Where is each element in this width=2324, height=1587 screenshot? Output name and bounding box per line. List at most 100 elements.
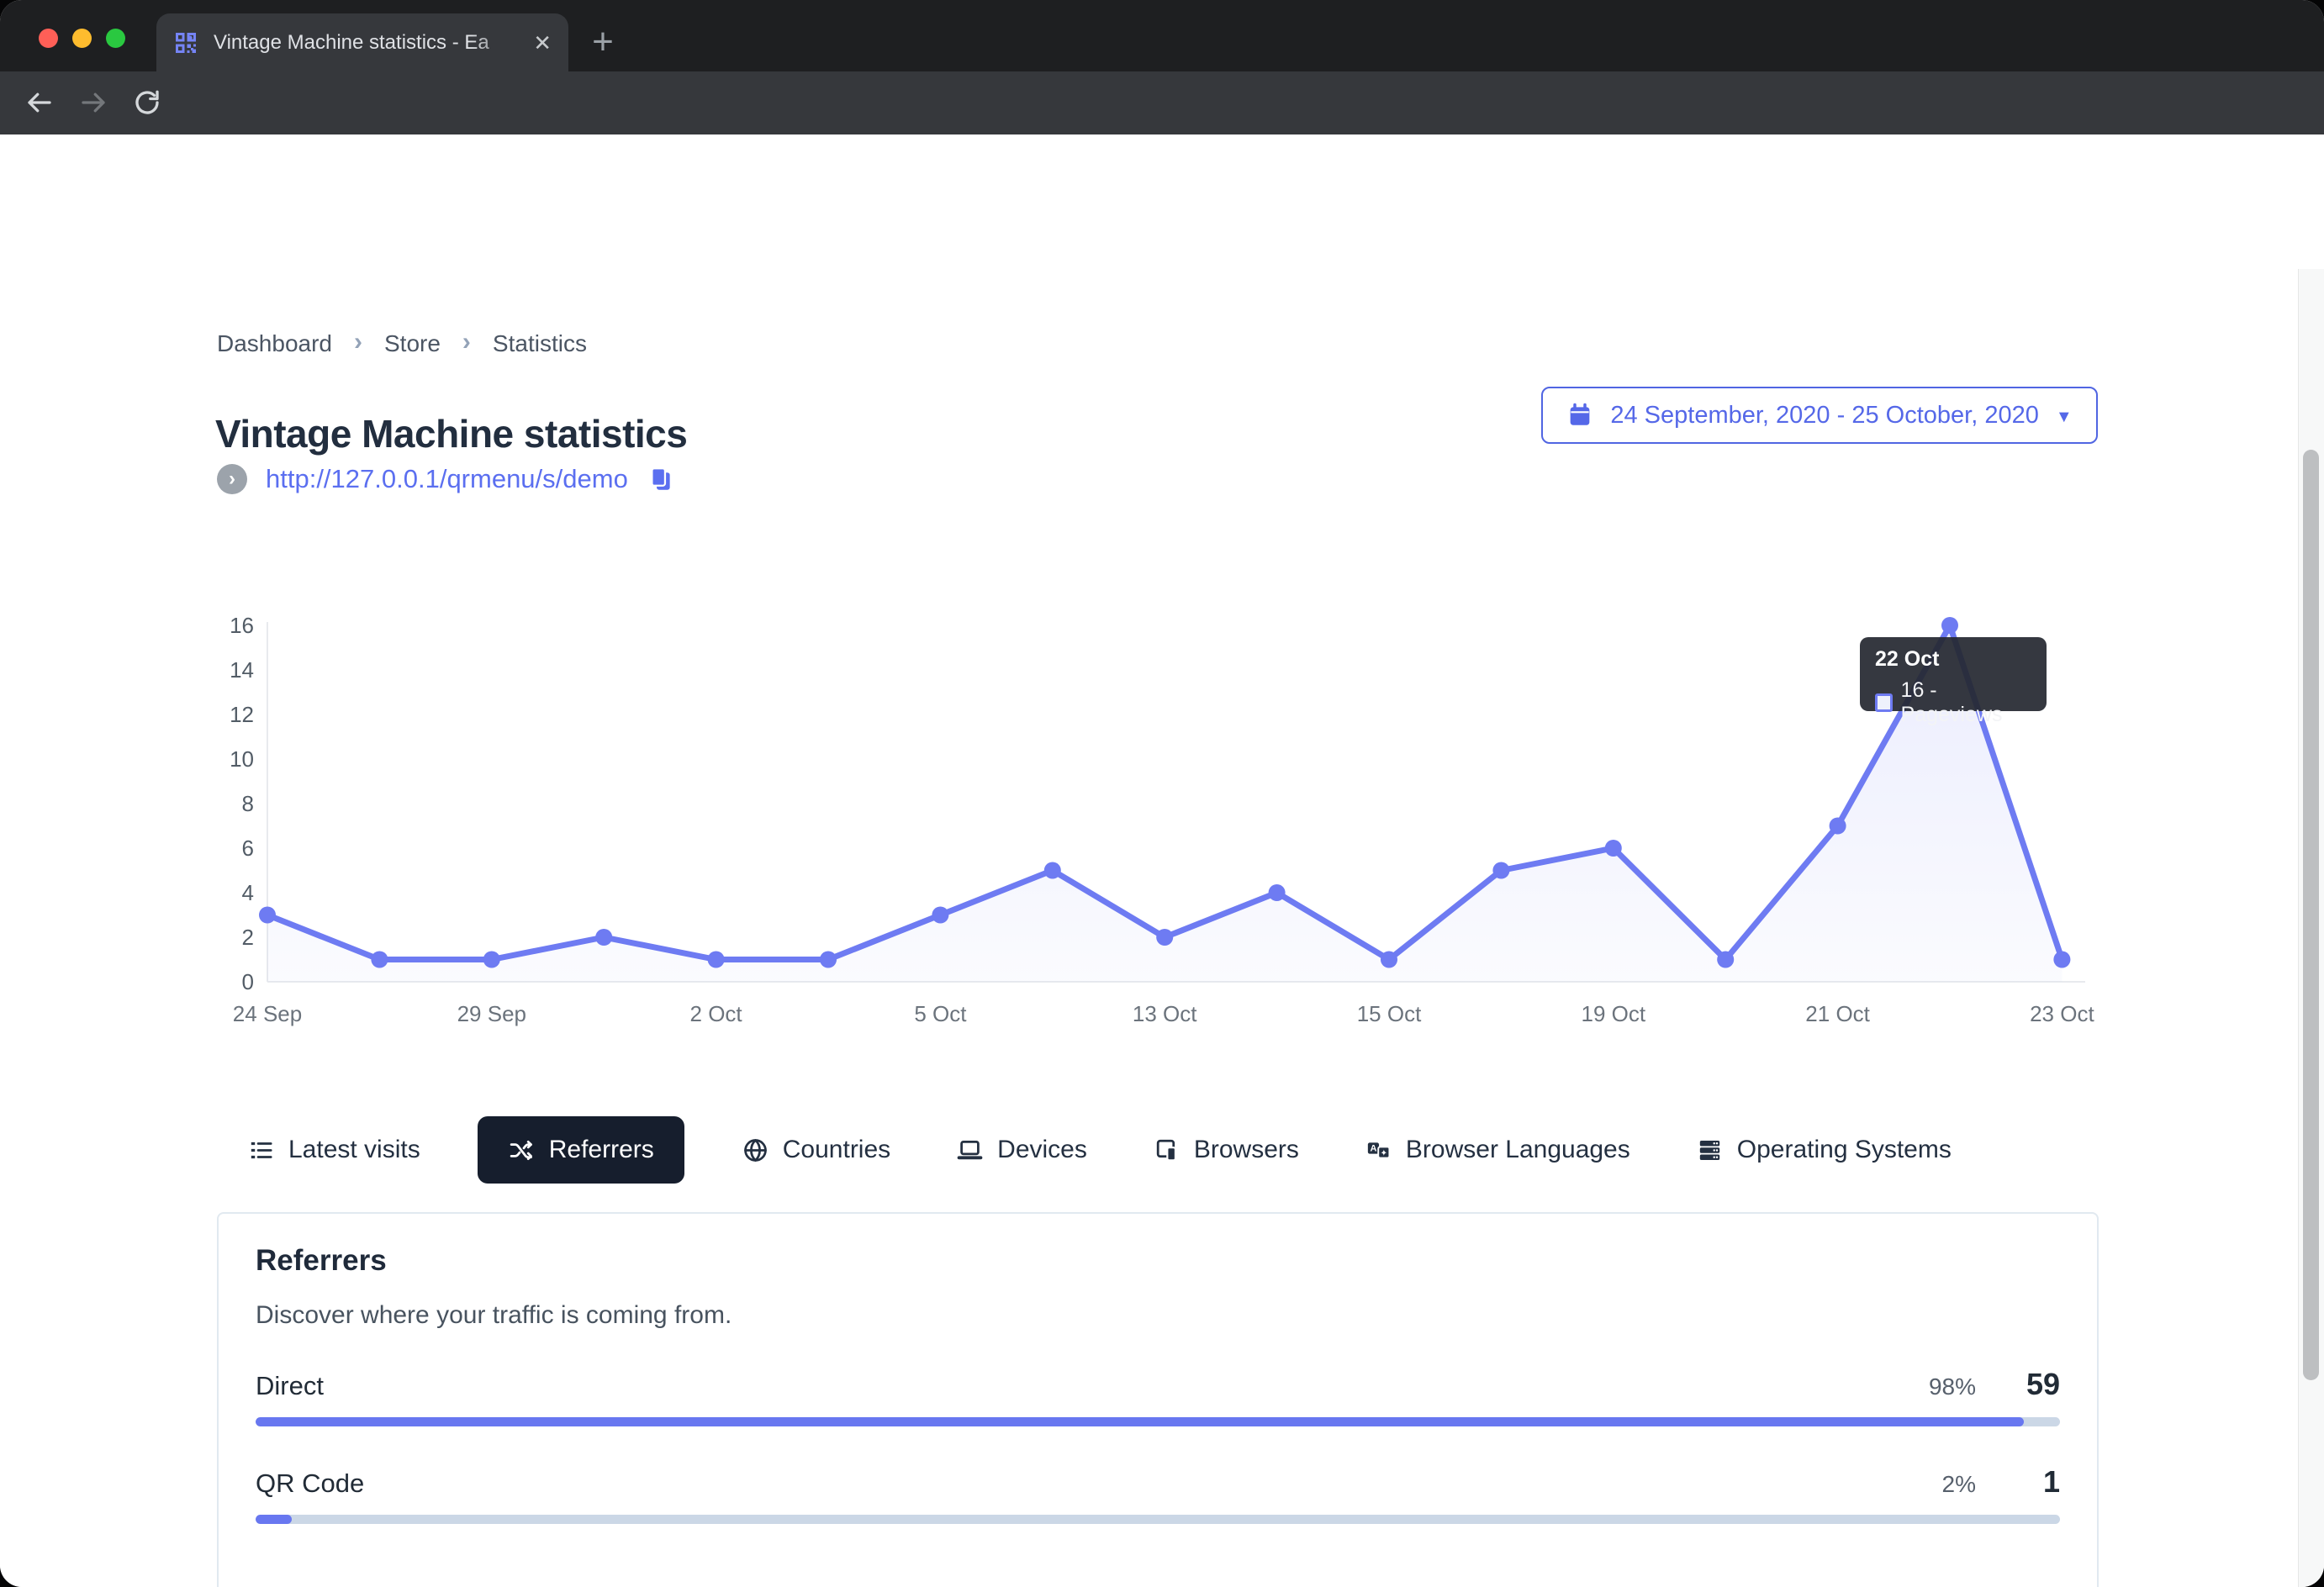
referrer-label: QR Code	[256, 1468, 365, 1498]
referrer-percent: 2%	[1941, 1471, 1976, 1497]
new-tab-button[interactable]: +	[583, 21, 623, 62]
breadcrumb: Dashboard › Store › Statistics	[217, 328, 587, 358]
referrer-count: 1	[2042, 1464, 2060, 1499]
y-tick-label: 6	[242, 836, 254, 861]
data-point[interactable]	[371, 951, 388, 968]
browser-toolbar	[0, 71, 2324, 197]
x-tick-label: 2 Oct	[690, 1001, 743, 1026]
breadcrumb-separator-icon: ›	[353, 328, 362, 356]
scrollbar-track[interactable]	[2298, 269, 2324, 1587]
tab-close-icon[interactable]: ✕	[533, 32, 552, 54]
data-point[interactable]	[932, 906, 949, 924]
data-point[interactable]	[1381, 951, 1397, 968]
x-tick-label: 29 Sep	[457, 1001, 526, 1026]
tab-label: Devices	[997, 1136, 1087, 1163]
x-tick-label: 23 Oct	[2030, 1001, 2094, 1026]
data-point[interactable]	[820, 951, 837, 968]
date-range-label: 24 September, 2020 - 25 October, 2020	[1610, 401, 2039, 429]
minimize-window-button[interactable]	[72, 29, 92, 48]
y-tick-label: 12	[230, 702, 254, 727]
tab-label: Countries	[782, 1136, 891, 1163]
y-tick-label: 4	[242, 880, 254, 905]
referrer-progress-fill	[256, 1417, 2025, 1426]
tab-browser-languages[interactable]: A ✦ Browser Languages	[1356, 1116, 1639, 1184]
laptop-icon	[956, 1136, 984, 1164]
y-tick-label: 10	[230, 746, 254, 772]
y-tick-label: 0	[242, 969, 254, 994]
close-window-button[interactable]	[39, 29, 58, 48]
data-point[interactable]	[1043, 862, 1061, 879]
data-point[interactable]	[707, 951, 725, 968]
tab-strip: Vintage Machine statistics - Ea ✕ +	[0, 0, 2324, 71]
date-range-picker[interactable]: 24 September, 2020 - 25 October, 2020 ▼	[1541, 387, 2098, 444]
data-point[interactable]	[595, 929, 613, 946]
svg-text:✦: ✦	[1380, 1148, 1387, 1157]
data-point[interactable]	[1829, 817, 1846, 835]
x-tick-label: 15 Oct	[1357, 1001, 1422, 1026]
tab-devices[interactable]: Devices	[948, 1116, 1096, 1184]
breadcrumb-item-dashboard[interactable]: Dashboard	[217, 330, 332, 357]
data-point[interactable]	[483, 951, 500, 968]
referrer-row-qr-code: QR Code 2% 1	[256, 1464, 2060, 1524]
x-tick-label: 24 Sep	[233, 1001, 302, 1026]
tab-title: Vintage Machine statistics - Ea	[214, 30, 489, 54]
pageviews-chart: 0 2 4 6 8 10 12 14 16 24 Sep 29 Sep 2 Oct 5 Oct 13 Oc…	[202, 605, 2119, 1038]
card-description: Discover where your traffic is coming fr…	[256, 1301, 732, 1329]
referrer-percent: 98%	[1928, 1373, 1976, 1400]
data-point[interactable]	[1268, 884, 1286, 901]
maximize-window-button[interactable]	[106, 29, 125, 48]
card-title: Referrers	[256, 1244, 387, 1277]
svg-text:A: A	[1370, 1143, 1376, 1153]
y-tick-label: 2	[242, 925, 254, 950]
referrer-count: 59	[2026, 1367, 2060, 1401]
data-point[interactable]	[1156, 929, 1174, 946]
reload-icon[interactable]	[128, 83, 166, 122]
qr-favicon-icon	[176, 32, 196, 53]
tooltip-date: 22 Oct	[1875, 647, 1940, 671]
stats-tabs: Latest visits Referrers Countries Devices Br…	[239, 1116, 1960, 1184]
browser-tab[interactable]: Vintage Machine statistics - Ea ✕	[156, 13, 568, 71]
scrollbar-thumb[interactable]	[2303, 450, 2319, 1380]
referrers-card: Referrers Discover where your traffic is…	[217, 1212, 2099, 1587]
tab-label: Operating Systems	[1736, 1136, 1952, 1163]
x-tick-label: 21 Oct	[1805, 1001, 1870, 1026]
list-icon	[247, 1136, 275, 1164]
breadcrumb-item-store[interactable]: Store	[384, 330, 441, 357]
chart-canvas: 0 2 4 6 8 10 12 14 16 24 Sep 29 Sep 2 Oct 5 Oct 13 Oc…	[230, 613, 2094, 1026]
chart-tooltip: 22 Oct 16 - Pageviews	[1860, 637, 2047, 726]
forward-icon	[74, 83, 113, 122]
tab-browsers[interactable]: Browsers	[1144, 1116, 1307, 1184]
browser-window: Vintage Machine statistics - Ea ✕ + Dash…	[0, 0, 2324, 1587]
data-point[interactable]	[1717, 951, 1735, 968]
translate-icon: A ✦	[1365, 1136, 1392, 1164]
area-fill	[267, 625, 2063, 982]
x-tick-label: 5 Oct	[914, 1001, 967, 1026]
shuffle-icon	[508, 1136, 536, 1164]
tab-label: Latest visits	[288, 1136, 420, 1163]
tab-operating-systems[interactable]: Operating Systems	[1688, 1116, 1960, 1184]
globe-icon	[742, 1136, 769, 1164]
tab-latest-visits[interactable]: Latest visits	[239, 1116, 429, 1184]
chevron-right-icon: ›	[217, 464, 247, 494]
referrer-progress-track	[256, 1417, 2060, 1426]
back-icon[interactable]	[20, 83, 59, 122]
data-point[interactable]	[1492, 862, 1510, 879]
browser-icon	[1153, 1136, 1180, 1164]
breadcrumb-item-statistics: Statistics	[492, 330, 587, 356]
y-tick-label: 14	[230, 657, 254, 683]
calendar-icon	[1571, 403, 1590, 425]
breadcrumb-separator-icon: ›	[462, 328, 471, 356]
tab-countries[interactable]: Countries	[733, 1116, 899, 1184]
tab-label: Browser Languages	[1405, 1136, 1630, 1163]
data-point[interactable]	[259, 906, 276, 924]
data-point[interactable]	[2053, 951, 2071, 968]
store-url-link[interactable]: http://127.0.0.1/qrmenu/s/demo	[266, 464, 628, 494]
tab-label: Browsers	[1193, 1136, 1299, 1163]
data-point[interactable]	[1941, 617, 1958, 634]
data-point[interactable]	[1604, 840, 1622, 857]
tab-label: Referrers	[548, 1136, 654, 1163]
tab-referrers[interactable]: Referrers	[477, 1116, 684, 1184]
copy-icon[interactable]	[647, 465, 675, 493]
tooltip-series-swatch	[1875, 693, 1893, 712]
y-tick-label: 16	[230, 613, 254, 638]
